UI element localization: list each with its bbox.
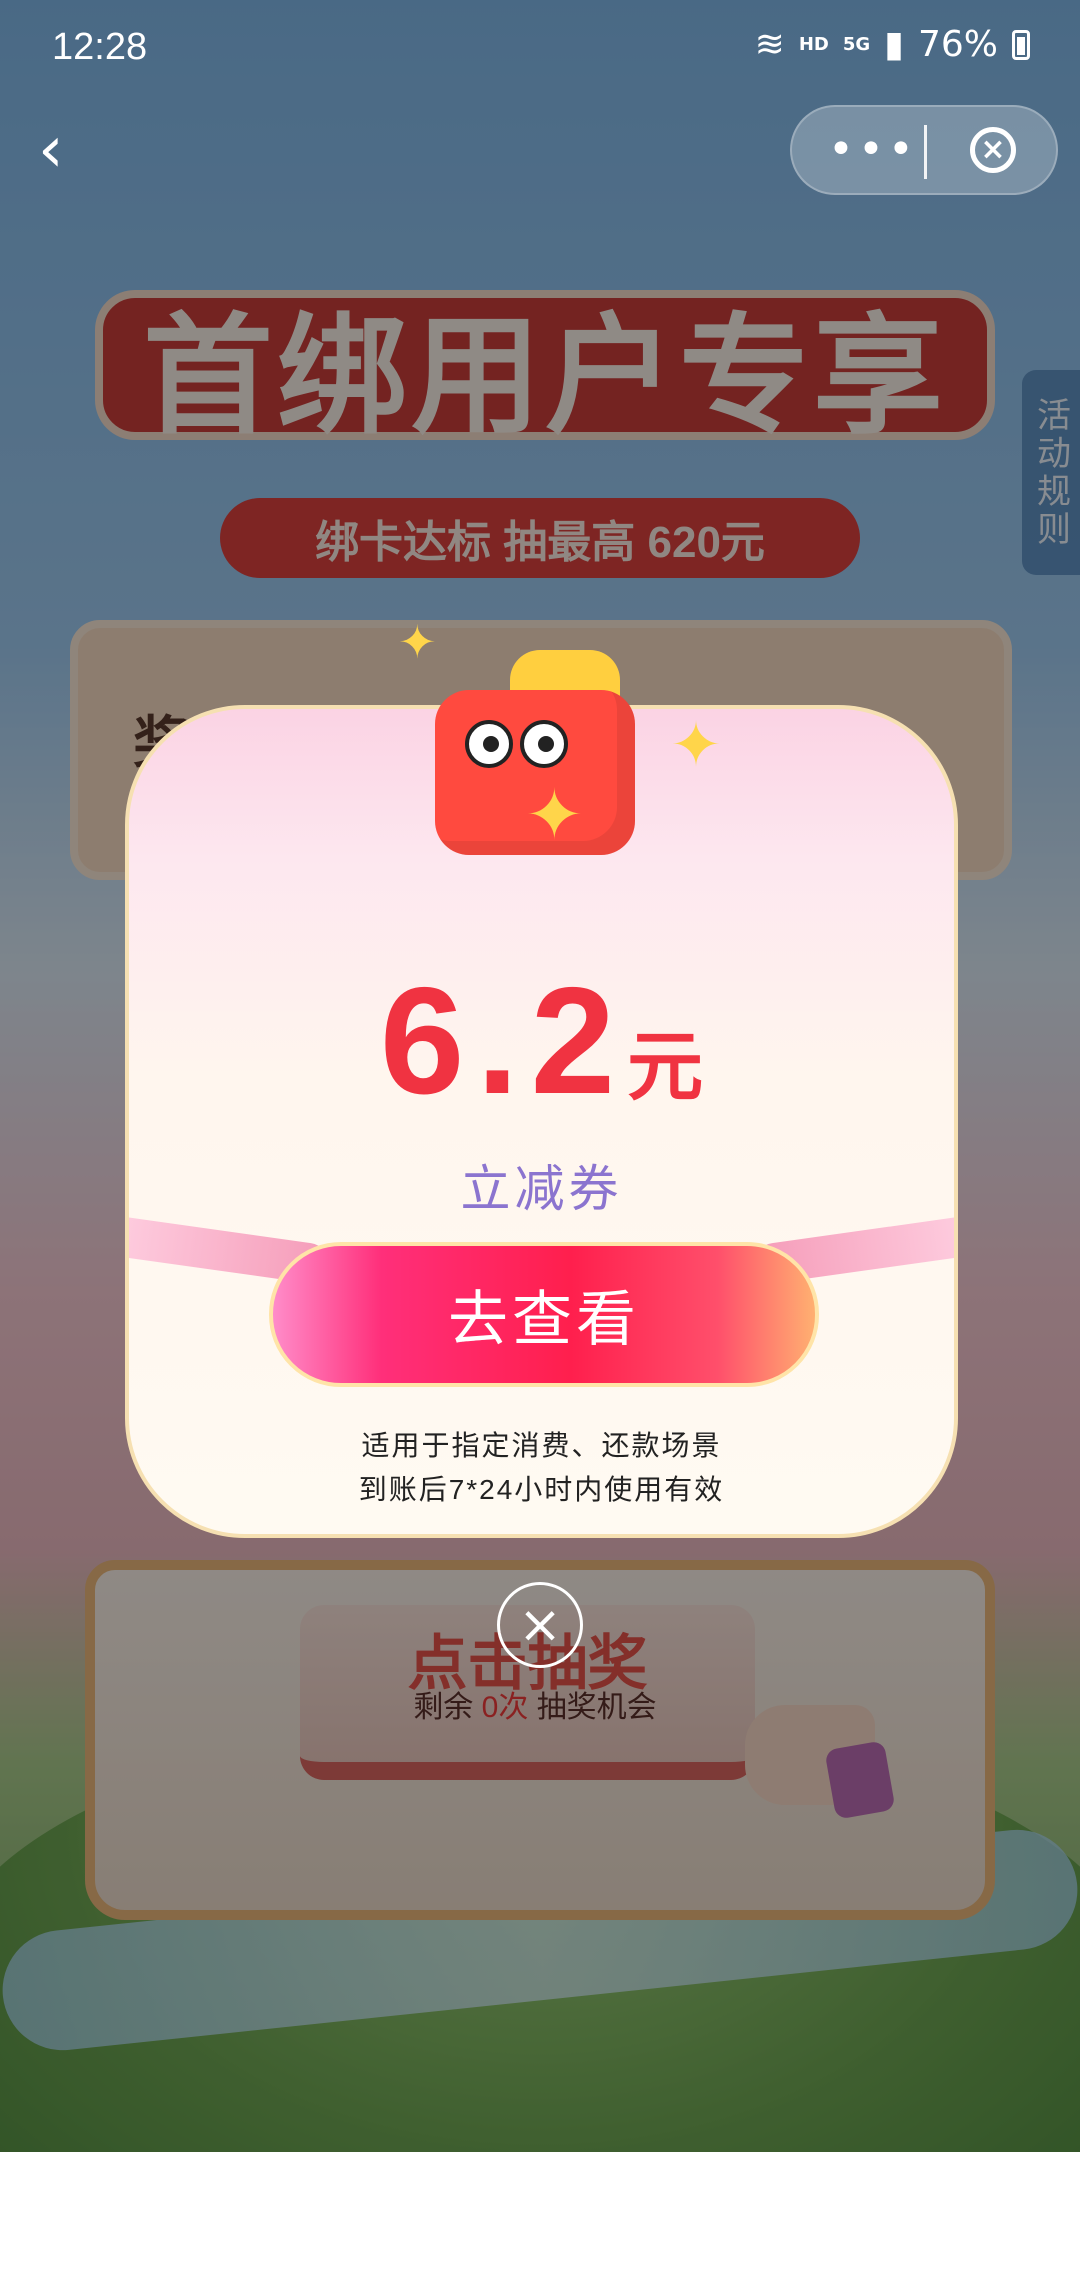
sparkle-icon: ✦	[398, 615, 437, 669]
mini-program-capsule: ••• ×	[790, 105, 1058, 195]
mascot-eye-right	[520, 720, 568, 768]
wifi-icon: ≋	[754, 24, 785, 65]
close-circle-icon[interactable]: ×	[970, 127, 1016, 173]
back-button[interactable]: ‹	[38, 118, 88, 182]
close-modal-button[interactable]: ×	[497, 1582, 583, 1668]
usage-note-line1: 适用于指定消费、还款场景	[361, 1430, 722, 1461]
mascot-eye-left	[465, 720, 513, 768]
more-icon: •••	[828, 124, 918, 175]
battery-percent: 76%	[917, 24, 998, 65]
battery-icon	[1012, 29, 1030, 60]
reward-amount: 6.2元	[129, 954, 954, 1129]
status-bar: 12:28 ≋ HD 5G ▮ 76%	[0, 0, 1080, 100]
view-button-label: 去查看	[448, 1286, 640, 1353]
chevron-left-icon: ‹	[38, 113, 64, 187]
status-time: 12:28	[52, 26, 148, 68]
usage-note: 适用于指定消费、还款场景 到账后7*24小时内使用有效	[129, 1424, 954, 1512]
status-icons: ≋ HD 5G ▮ 76%	[755, 24, 1030, 65]
sparkle-icon: ✦	[670, 708, 722, 781]
network-type: 5G	[842, 34, 871, 55]
hd-indicator: HD	[798, 34, 829, 55]
amount-value: 6.2	[379, 956, 628, 1126]
view-button[interactable]: 去查看	[269, 1242, 819, 1387]
sparkle-icon: ✦	[525, 774, 584, 856]
coupon-type: 立减券	[460, 1161, 623, 1217]
signal-icon: ▮	[884, 24, 904, 65]
capsule-divider	[924, 125, 927, 179]
bottom-blank-area	[0, 2152, 1080, 2280]
amount-unit: 元	[627, 1025, 704, 1110]
more-button[interactable]: •••	[828, 123, 914, 177]
close-icon: ×	[518, 1595, 562, 1655]
usage-note-line2: 到账后7*24小时内使用有效	[358, 1474, 725, 1505]
